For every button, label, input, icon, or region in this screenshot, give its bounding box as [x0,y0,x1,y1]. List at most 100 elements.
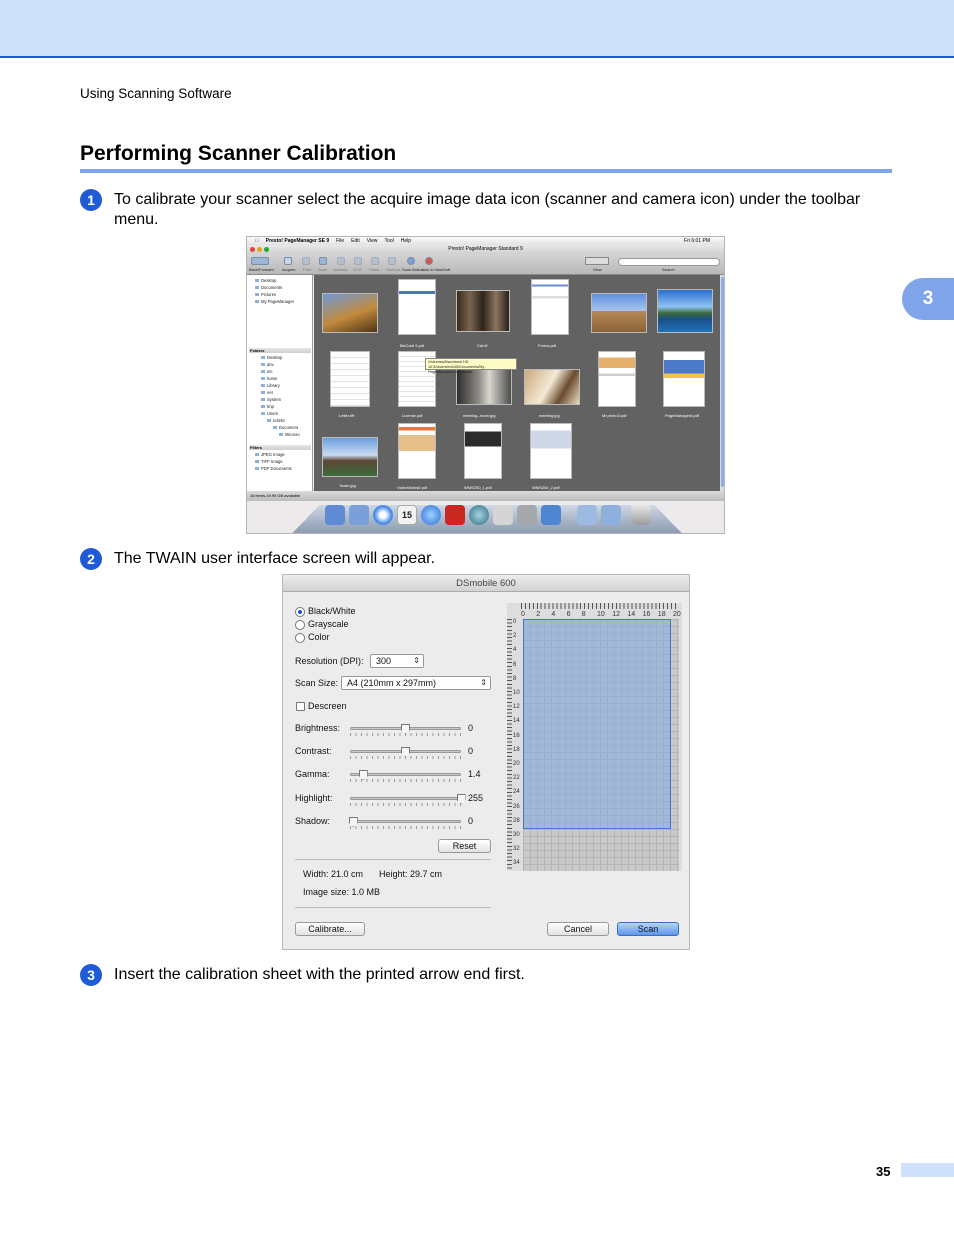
document-thumbnail [464,423,502,479]
folder-item[interactable]: System [261,397,281,402]
step-text: The TWAIN user interface screen will app… [114,550,436,567]
document-thumbnail [663,351,705,407]
folder-item[interactable]: Desktop [261,355,282,360]
filter-item[interactable]: JPEG Image [255,452,285,457]
itunes-icon[interactable] [421,505,441,525]
menubar-clock[interactable]: Fri 6:01 PM [684,238,710,244]
thumbnail-label: WMS200_2.pdf [532,485,560,490]
zoom-window-icon[interactable] [264,247,269,252]
twain-dialog-screenshot: DSmobile 600 Black/White Grayscale Color… [282,574,690,950]
applications-stack-icon[interactable] [601,505,621,525]
ruler-number: 2 [513,633,517,640]
black-white-radio[interactable] [295,607,305,617]
time-machine-icon[interactable] [469,505,489,525]
folder-item[interactable]: Library [261,383,280,388]
back-forward-button[interactable] [251,257,269,265]
separator [295,907,491,908]
documents-stack-icon[interactable] [577,505,597,525]
toolbar-label: Back/Forward [249,267,274,272]
folders-header[interactable]: Folders [249,348,311,353]
shadow-slider[interactable] [348,817,461,833]
menu-edit[interactable]: Edit [351,238,360,244]
ocr-icon[interactable] [354,257,362,265]
toolbar-label-search: Search [662,267,675,272]
print-icon[interactable] [302,257,310,265]
calibrate-button[interactable]: Calibrate... [295,922,365,936]
scan-button-icon[interactable] [407,257,415,265]
folder-item[interactable]: net [261,390,273,395]
mail-icon[interactable] [349,505,369,525]
slider-label: Brightness: [295,723,341,733]
grayscale-radio[interactable] [295,620,305,630]
filters-header[interactable]: Filters [249,445,311,450]
color-radio[interactable] [295,633,305,643]
preview-icon[interactable] [493,505,513,525]
toolbar-label-view: View [593,267,602,272]
resolution-stepper[interactable]: 300 ⇕ [370,654,424,668]
safari-icon[interactable] [373,505,393,525]
folder-item[interactable]: ed445 [267,418,285,423]
slider-value: 1.4 [468,769,481,779]
sidebar-item[interactable]: Desktop [255,278,276,283]
sidebar-item[interactable]: Pictures [255,292,276,297]
brightness-slider[interactable] [350,724,461,740]
radio-label: Color [308,632,330,642]
menu-view[interactable]: View [367,238,378,244]
close-window-icon[interactable] [250,247,255,252]
filter-item[interactable]: TIFF Image [255,459,283,464]
folder-item[interactable]: etc [261,369,273,374]
apple-icon[interactable]:  [255,238,259,244]
slider-track[interactable] [350,820,461,823]
gamma-slider[interactable] [350,770,461,786]
menu-tool[interactable]: Tool [385,238,394,244]
scan-icon[interactable] [319,257,327,265]
system-preferences-icon[interactable] [517,505,537,525]
folder-item[interactable]: dev [261,362,274,367]
scan-button[interactable]: Scan [617,922,679,936]
folder-item[interactable]: Document [273,425,298,430]
cancel-button[interactable]: Cancel [547,922,609,936]
filter-item[interactable]: PDF Documents [255,466,292,471]
highlight-slider[interactable] [350,794,466,810]
toolbar-label: Stack [369,267,380,272]
finder-icon[interactable] [325,505,345,525]
reset-button[interactable]: Reset [438,839,491,853]
folder-item[interactable]: Microso [279,432,300,437]
thumbnail-grid: AutumnView.jpg BizCard 5.pdf Cat.tif For… [314,275,720,491]
descreen-checkbox[interactable] [296,702,305,711]
slider-label: Contrast: [295,746,332,756]
menu-file[interactable]: File [336,238,344,244]
acquire-scanner-camera-icon[interactable] [284,257,292,265]
link-to-newsoft-icon[interactable] [425,257,433,265]
folder-item[interactable]: tmp [261,404,274,409]
scanner-app-icon[interactable] [541,505,561,525]
scan-size-select[interactable]: A4 (210mm x 297mm) ⇕ [341,676,491,690]
minimize-window-icon[interactable] [257,247,262,252]
ruler-number: 6 [566,611,571,618]
menubar-app-name[interactable]: Presto! PageManager SE 9 [266,238,329,244]
slider-label: Highlight: [295,793,333,803]
menu-help[interactable]: Help [401,238,411,244]
calendar-icon[interactable]: 15 [397,505,417,525]
sidebar-item[interactable]: My PageManager [255,299,294,304]
scrollbar-thumb[interactable] [721,277,724,487]
search-input[interactable] [618,258,720,266]
scan-selection-box[interactable] [523,619,671,829]
sidebar-item[interactable]: Documents [255,285,282,290]
view-toggle[interactable] [585,257,609,265]
pagemanager-dock-icon[interactable] [445,505,465,525]
slider-track[interactable] [350,797,461,800]
slider-value: 0 [468,746,474,756]
trash-icon[interactable] [631,505,651,525]
folder-item[interactable]: home [261,376,277,381]
grid-scrollbar[interactable] [720,275,724,491]
step-number-badge: 2 [80,548,102,570]
unstack-icon[interactable] [337,257,345,265]
folder-item[interactable]: Users [261,411,278,416]
top-header-band [0,0,954,58]
ruler-number: 12 [612,611,620,618]
stack-icon[interactable] [371,257,379,265]
contrast-slider[interactable] [350,747,461,763]
save-as-icon[interactable] [388,257,396,265]
ruler-number: 6 [513,661,517,668]
